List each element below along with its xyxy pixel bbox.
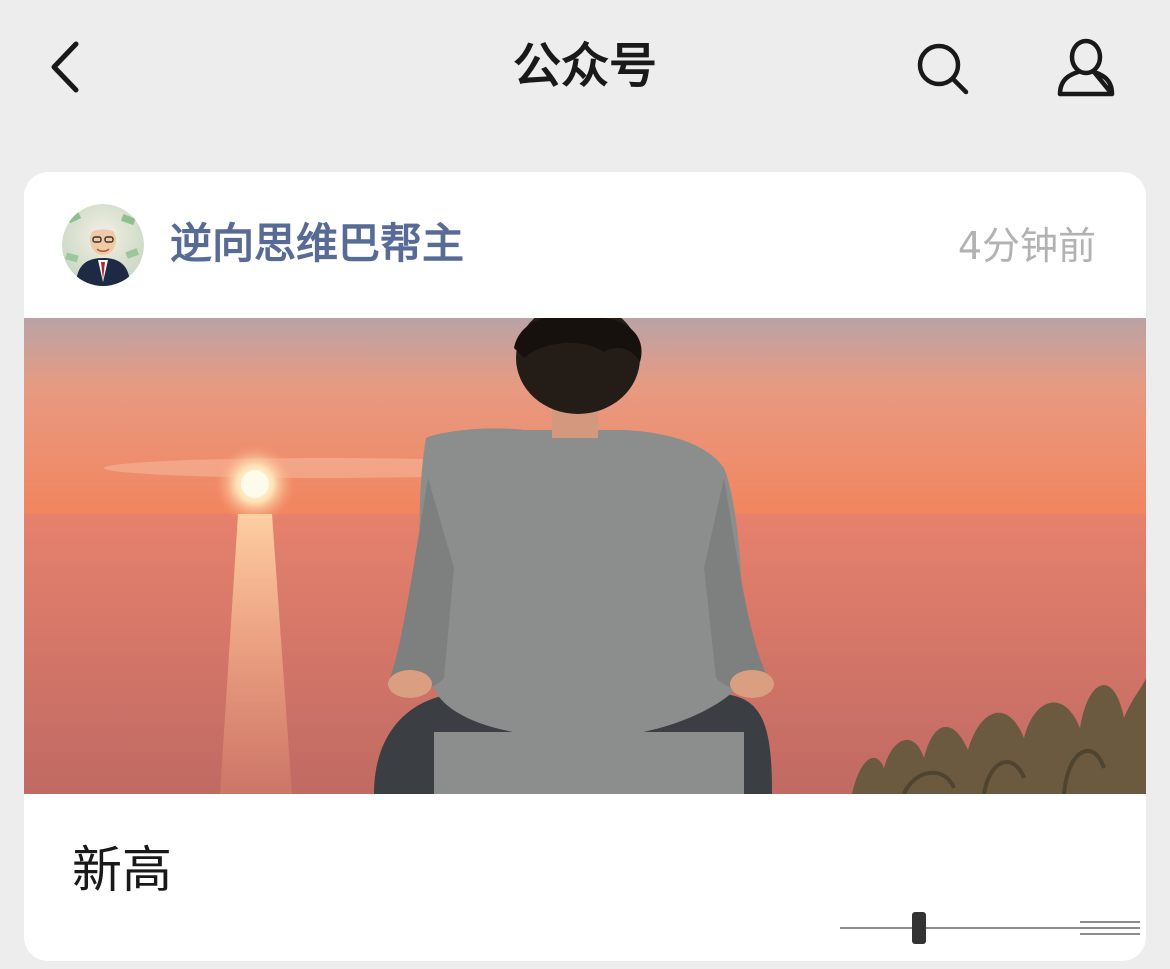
article-title[interactable]: 新高 [72,836,172,904]
search-icon[interactable] [914,40,970,96]
back-chevron-icon[interactable] [44,38,88,96]
article-card[interactable]: 逆向思维巴帮主 4分钟前 新高 [24,172,1146,961]
page-title: 公众号 [512,38,657,94]
cover-image[interactable] [24,318,1146,794]
scroll-indicator-icon [840,912,1140,944]
card-header: 逆向思维巴帮主 4分钟前 [24,172,1146,318]
avatar[interactable] [62,204,144,286]
top-navigation-bar: 公众号 [0,0,1170,140]
person-icon[interactable] [1054,38,1118,98]
post-time: 4分钟前 [957,224,1096,268]
account-name[interactable]: 逆向思维巴帮主 [170,216,464,272]
